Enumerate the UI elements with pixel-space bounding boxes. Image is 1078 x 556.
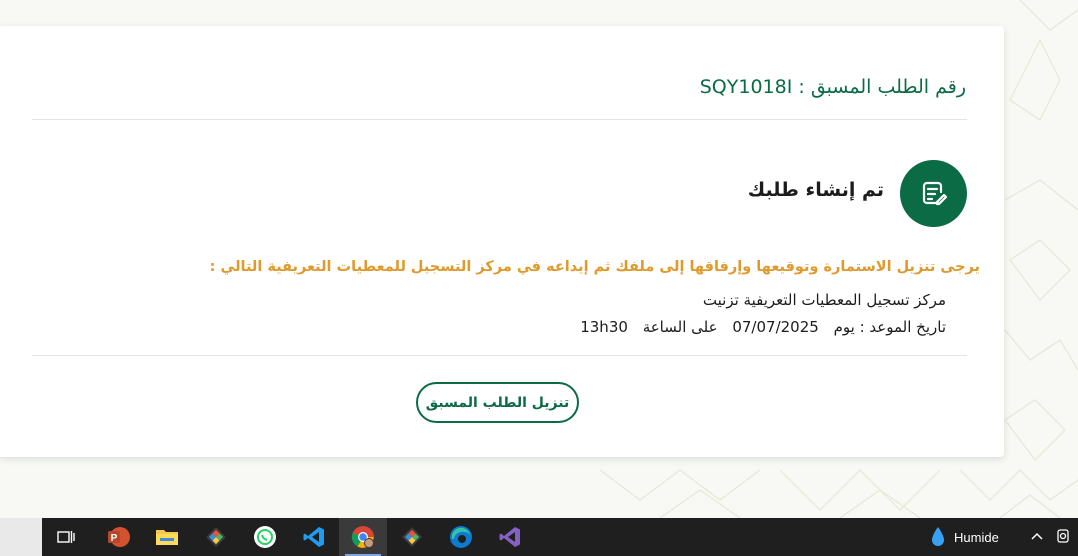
water-drop-icon — [932, 527, 944, 546]
reference-heading: رقم الطلب المسبق : SQY1018I — [700, 76, 966, 98]
weather-widget[interactable]: Humide — [930, 518, 999, 556]
download-request-button[interactable]: تنزيل الطلب المسبق — [416, 382, 579, 423]
document-edit-icon — [900, 160, 967, 227]
edge-icon[interactable] — [437, 518, 485, 556]
appointment-time-label: على الساعة — [642, 318, 718, 336]
vscode-icon[interactable] — [290, 518, 338, 556]
task-view-icon[interactable] — [42, 518, 90, 556]
powerpoint-icon[interactable]: P — [94, 518, 142, 556]
instruction-notice: يرجى تنزيل الاستمارة وتوقيعها وإرفاقها إ… — [209, 259, 980, 275]
whatsapp-icon[interactable] — [241, 518, 289, 556]
request-card: رقم الطلب المسبق : SQY1018I تم إنشاء طلب… — [0, 26, 1004, 457]
camera-icon[interactable] — [1056, 529, 1070, 549]
divider — [32, 355, 967, 356]
registration-center-name: مركز تسجيل المعطيات التعريفية تزنيت — [702, 291, 946, 309]
svg-text:P: P — [111, 533, 118, 544]
appointment-label: تاريخ الموعد : يوم — [833, 318, 946, 336]
weather-text: Humide — [954, 529, 999, 545]
chrome-icon[interactable] — [339, 518, 387, 556]
appointment-time: 13h30 — [580, 318, 628, 336]
taskbar-left-strip — [0, 518, 42, 556]
appointment-date: 07/07/2025 — [732, 318, 819, 336]
request-created-message: تم إنشاء طلبك — [747, 179, 884, 201]
reference-value: SQY1018I — [699, 76, 793, 98]
divider — [32, 119, 967, 120]
reference-label: رقم الطلب المسبق : — [798, 76, 966, 98]
git-icon[interactable] — [192, 518, 240, 556]
appointment-info: تاريخ الموعد : يوم 07/07/2025 على الساعة… — [570, 318, 946, 336]
chevron-up-icon[interactable] — [1030, 529, 1044, 548]
file-explorer-icon[interactable] — [143, 518, 191, 556]
taskbar: P Humide — [0, 518, 1078, 556]
git-icon[interactable] — [388, 518, 436, 556]
visual-studio-icon[interactable] — [486, 518, 534, 556]
